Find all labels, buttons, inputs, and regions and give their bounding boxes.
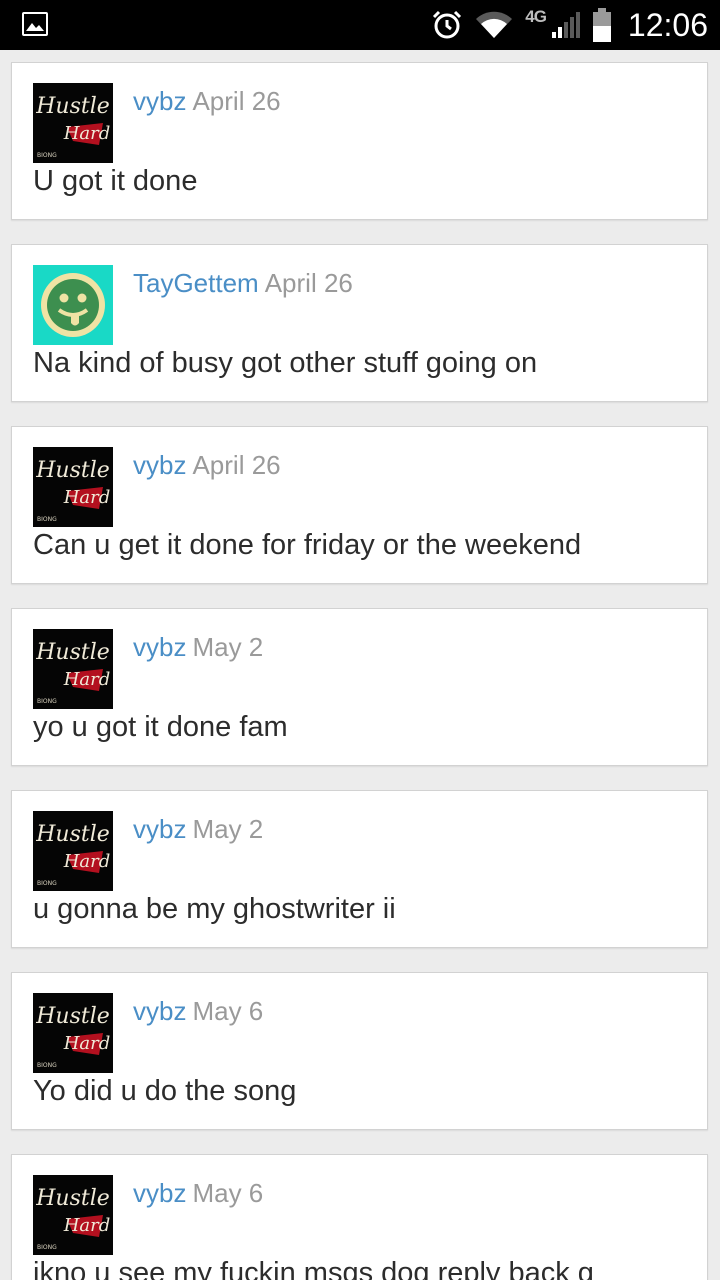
wifi-icon xyxy=(475,10,513,40)
logo-line2: Hard xyxy=(63,851,111,872)
hustle-hard-avatar[interactable]: Hustle Hard BIONG xyxy=(33,83,113,163)
comment-feed[interactable]: Hustle Hard BIONG vybz April 26 U got it done… xyxy=(0,50,720,1280)
comment-text: yo u got it done fam xyxy=(33,711,288,743)
comment-meta: TayGettem April 26 xyxy=(133,267,353,299)
comment-meta: vybz May 2 xyxy=(133,631,263,663)
comment-card[interactable]: Hustle Hard BIONG vybz April 26 Can u get it … xyxy=(11,426,708,584)
comment-text: U got it done xyxy=(33,165,198,197)
comment-username[interactable]: vybz xyxy=(133,814,186,844)
comment-date: May 6 xyxy=(192,1178,264,1208)
comment-card[interactable]: TayGettem April 26 Na kind of busy got oth… xyxy=(11,244,708,402)
logo-small: BIONG xyxy=(37,1244,57,1251)
logo-line2: Hard xyxy=(63,487,111,508)
status-bar: 4G 12:06 xyxy=(0,0,720,50)
comment-text: Na kind of busy got other stuff going on xyxy=(33,347,538,379)
comment-username[interactable]: vybz xyxy=(133,632,186,662)
comment-date: April 26 xyxy=(192,86,281,116)
battery-icon xyxy=(592,8,612,42)
comment-meta: vybz May 2 xyxy=(133,813,263,845)
logo-line1: Hustle xyxy=(35,1186,110,1211)
logo-line2: Hard xyxy=(63,1215,111,1236)
comment-meta: vybz May 6 xyxy=(133,995,263,1027)
comment-text: u gonna be my ghostwriter ii xyxy=(33,893,396,925)
logo-line1: Hustle xyxy=(35,1004,110,1029)
comment-card[interactable]: Hustle Hard BIONG vybz May 2 yo u got it done… xyxy=(11,608,708,766)
logo-small: BIONG xyxy=(37,152,57,159)
gallery-icon xyxy=(22,12,48,36)
logo-small: BIONG xyxy=(37,516,57,523)
comment-username[interactable]: TayGettem xyxy=(133,268,259,298)
comment-username[interactable]: vybz xyxy=(133,1178,186,1208)
hustle-hard-avatar[interactable]: Hustle Hard BIONG xyxy=(33,1175,113,1255)
logo-line1: Hustle xyxy=(35,458,110,483)
logo-small: BIONG xyxy=(37,1062,57,1069)
comment-username[interactable]: vybz xyxy=(133,86,186,116)
comment-username[interactable]: vybz xyxy=(133,450,186,480)
smiley-avatar[interactable] xyxy=(33,265,113,345)
logo-line2: Hard xyxy=(63,669,111,690)
logo-line1: Hustle xyxy=(35,94,110,119)
logo-line2: Hard xyxy=(63,123,111,144)
comment-meta: vybz May 6 xyxy=(133,1177,263,1209)
network-type: 4G xyxy=(525,7,547,26)
comment-text: Yo did u do the song xyxy=(33,1075,297,1107)
comment-meta: vybz April 26 xyxy=(133,449,281,481)
comment-card[interactable]: Hustle Hard BIONG vybz May 2 u gonna be my gh… xyxy=(11,790,708,948)
comment-date: April 26 xyxy=(264,268,353,298)
logo-line2: Hard xyxy=(63,1033,111,1054)
comment-meta: vybz April 26 xyxy=(133,85,281,117)
hustle-hard-avatar[interactable]: Hustle Hard BIONG xyxy=(33,811,113,891)
hustle-hard-avatar[interactable]: Hustle Hard BIONG xyxy=(33,993,113,1073)
comment-card[interactable]: Hustle Hard BIONG vybz April 26 U got it done xyxy=(11,62,708,220)
comment-date: April 26 xyxy=(192,450,281,480)
hustle-hard-avatar[interactable]: Hustle Hard BIONG xyxy=(33,629,113,709)
hustle-hard-avatar[interactable]: Hustle Hard BIONG xyxy=(33,447,113,527)
comment-date: May 6 xyxy=(192,996,264,1026)
comment-text: Can u get it done for friday or the week… xyxy=(33,529,582,561)
alarm-icon xyxy=(431,9,463,41)
clock-time: 12:06 xyxy=(627,6,708,43)
comment-date: May 2 xyxy=(192,814,264,844)
comment-date: May 2 xyxy=(192,632,264,662)
logo-small: BIONG xyxy=(37,880,57,887)
comment-card[interactable]: Hustle Hard BIONG vybz May 6 Yo did u do the … xyxy=(11,972,708,1130)
comment-username[interactable]: vybz xyxy=(133,996,186,1026)
logo-line1: Hustle xyxy=(35,822,110,847)
signal-icon xyxy=(550,10,580,40)
logo-line1: Hustle xyxy=(35,640,110,665)
logo-small: BIONG xyxy=(37,698,57,705)
comment-text: ikno u see my fuckin msgs dog reply back… xyxy=(33,1257,594,1280)
comment-card[interactable]: Hustle Hard BIONG vybz May 6 ikno u see my fu… xyxy=(11,1154,708,1280)
